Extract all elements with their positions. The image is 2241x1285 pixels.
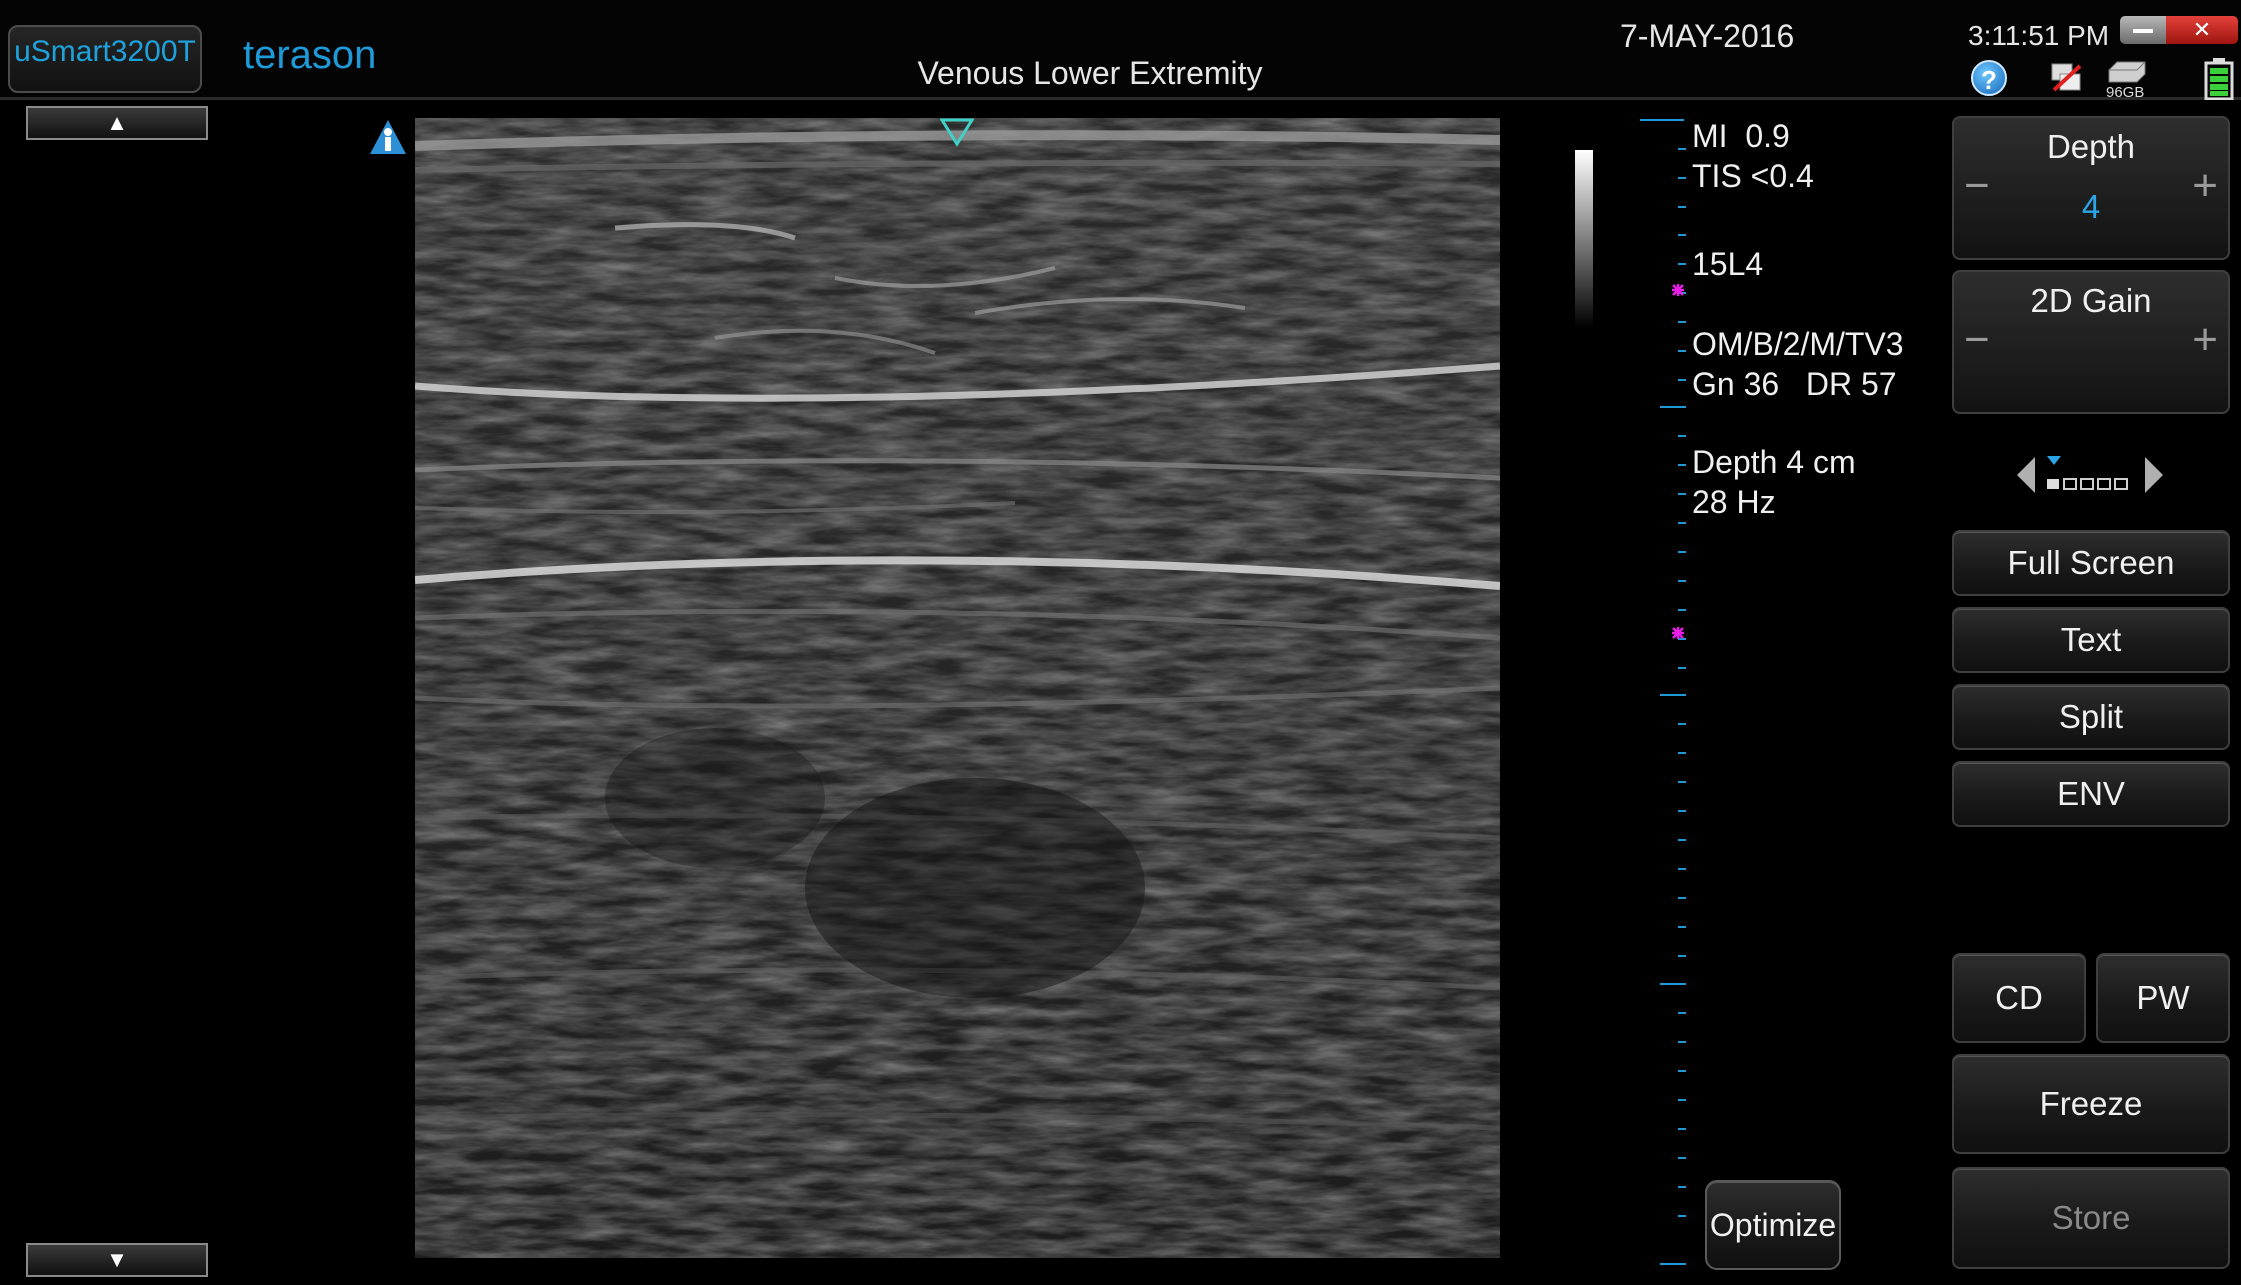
transducer-label: 15L4 [1692,246,1764,282]
focus-marker-icon[interactable] [940,118,974,148]
help-icon[interactable]: ? [1971,60,2007,96]
storage-capacity: 96GB [2106,84,2145,101]
depth-scale [1640,119,1686,1265]
freeze-button[interactable]: Freeze [1952,1054,2230,1154]
brand-logo: terason [243,33,377,77]
gain-decrease-button[interactable]: − [1964,318,1990,362]
orientation-marker-icon [370,120,406,154]
gain-dynamic-range: Gn 36 DR 57 [1692,366,1897,402]
imaging-mode: OM/B/2/M/TV3 [1692,326,1904,362]
network-icon[interactable] [2048,60,2084,96]
minimize-button[interactable] [2120,16,2166,44]
grayscale-bar [1575,150,1593,328]
close-button[interactable]: ✕ [2166,16,2238,44]
exam-title: Venous Lower Extremity [917,55,1263,91]
app-menu-button[interactable]: uSmart3200T [8,25,202,93]
preset-page-navigator[interactable] [2015,452,2165,498]
depth-control: Depth − 4 + [1952,116,2230,260]
frame-rate: 28 Hz [1692,484,1776,520]
depth-increase-button[interactable]: + [2192,164,2218,208]
depth-control-label: Depth [2046,128,2136,165]
ultrasound-image[interactable] [415,118,1500,1258]
date-display: 7-MAY-2016 [1620,18,1795,54]
scroll-down-button[interactable]: ▼ [26,1243,208,1277]
next-page-icon [2145,457,2163,493]
storage-drive-icon [2108,61,2146,83]
battery-icon [2204,58,2234,100]
pulsed-wave-button[interactable]: PW [2096,953,2230,1043]
gain-increase-button[interactable]: + [2192,318,2218,362]
gain-control: 2D Gain − + [1952,270,2230,414]
scroll-up-button[interactable]: ▲ [26,106,208,140]
depth-value: 4 [2081,188,2101,225]
full-screen-button[interactable]: Full Screen [1952,530,2230,596]
color-doppler-button[interactable]: CD [1952,953,2086,1043]
split-button[interactable]: Split [1952,684,2230,750]
gain-control-label: 2D Gain [2030,282,2152,319]
store-button[interactable]: Store [1952,1167,2230,1269]
focal-zone-markers [1672,284,1684,639]
time-display: 3:11:51 PM [1968,20,2110,51]
prev-page-icon [2017,457,2035,493]
text-button[interactable]: Text [1952,607,2230,673]
mechanical-index: MI 0.9 [1692,118,1790,154]
env-button[interactable]: ENV [1952,761,2230,827]
optimize-button[interactable]: Optimize [1705,1180,1841,1270]
thermal-index: TIS <0.4 [1692,158,1814,194]
depth-readout: Depth 4 cm [1692,444,1856,480]
